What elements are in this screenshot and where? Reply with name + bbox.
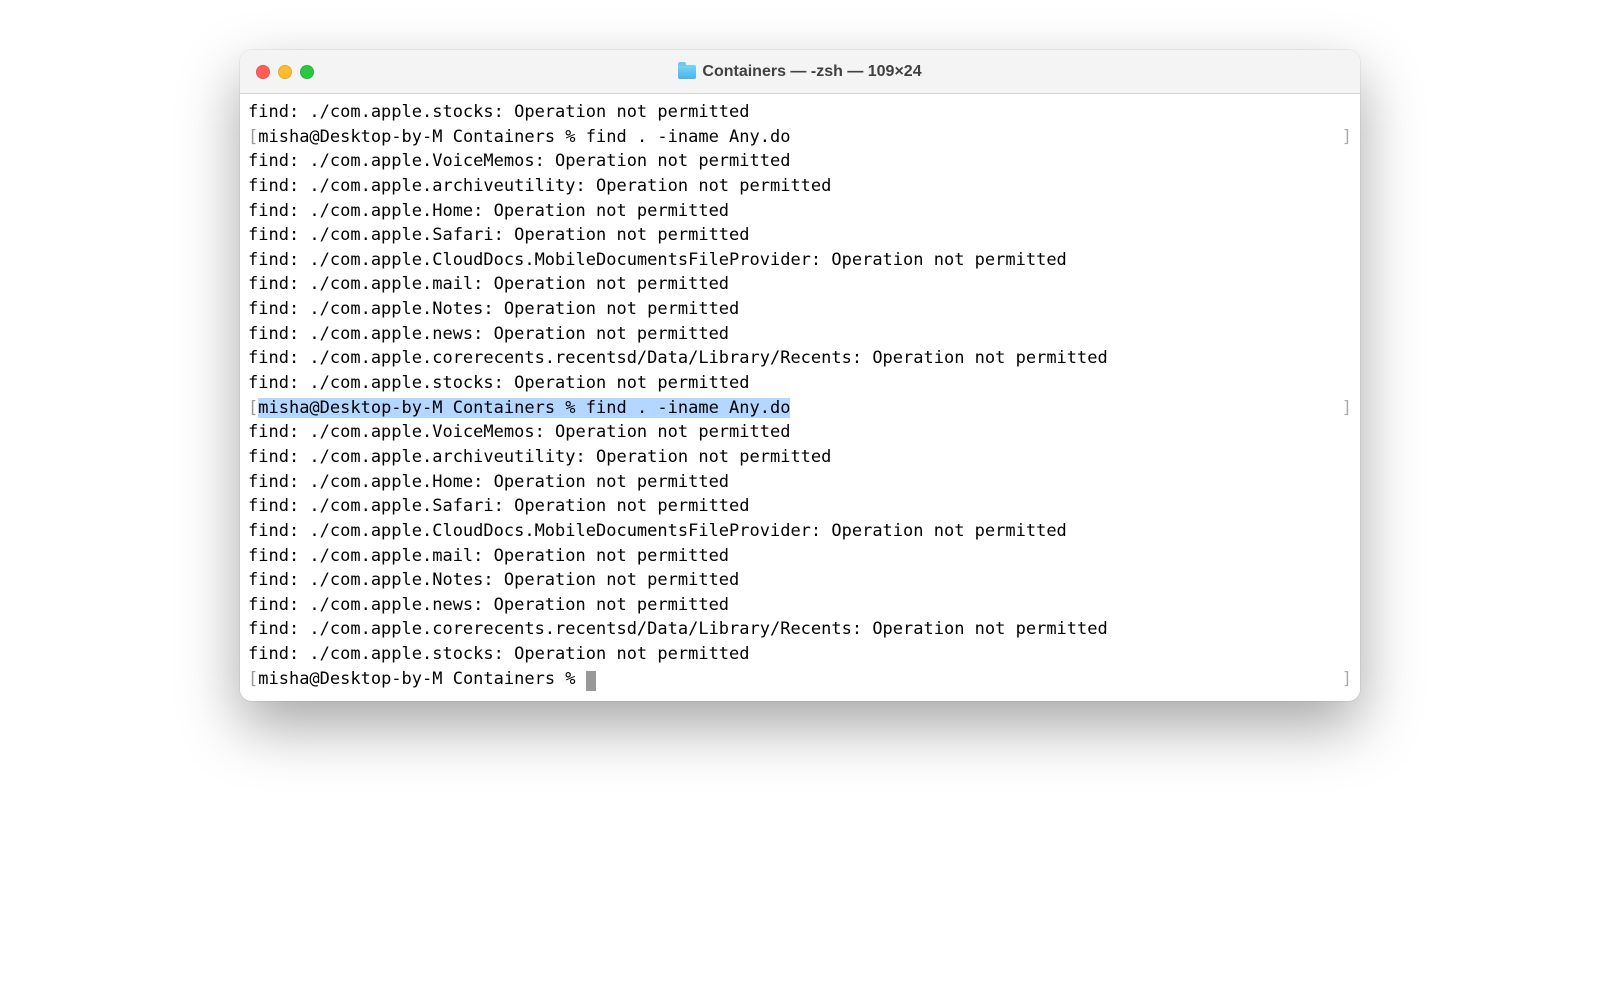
left-bracket: [ — [248, 127, 258, 147]
right-bracket: ] — [1342, 125, 1352, 150]
left-bracket: [ — [248, 669, 258, 689]
window-title: Containers — -zsh — 109×24 — [240, 63, 1360, 81]
window-title-text: Containers — -zsh — 109×24 — [702, 63, 921, 81]
terminal-output-line: find: ./com.apple.mail: Operation not pe… — [248, 272, 1352, 297]
left-bracket: [ — [248, 398, 258, 418]
terminal-line: [misha@Desktop-by-M Containers % — [248, 667, 596, 692]
terminal-prompt-line: [misha@Desktop-by-M Containers % find . … — [248, 125, 1352, 150]
traffic-lights — [256, 65, 314, 79]
terminal-output-line: find: ./com.apple.corerecents.recentsd/D… — [248, 617, 1352, 642]
terminal-output-line: find: ./com.apple.mail: Operation not pe… — [248, 544, 1352, 569]
terminal-output-line: find: ./com.apple.Home: Operation not pe… — [248, 199, 1352, 224]
prompt-text: misha@Desktop-by-M Containers % find . -… — [258, 127, 790, 147]
terminal-output-line: find: ./com.apple.stocks: Operation not … — [248, 100, 1352, 125]
prompt-text: misha@Desktop-by-M Containers % find . -… — [258, 398, 790, 418]
folder-icon — [678, 65, 696, 79]
right-bracket: ] — [1342, 396, 1352, 421]
terminal-prompt-line: [misha@Desktop-by-M Containers % ] — [248, 667, 1352, 692]
minimize-button[interactable] — [278, 65, 292, 79]
terminal-output-line: find: ./com.apple.Safari: Operation not … — [248, 494, 1352, 519]
titlebar: Containers — -zsh — 109×24 — [240, 50, 1360, 94]
terminal-output-line: find: ./com.apple.Home: Operation not pe… — [248, 470, 1352, 495]
terminal-output-line: find: ./com.apple.Notes: Operation not p… — [248, 297, 1352, 322]
terminal-output-line: find: ./com.apple.Safari: Operation not … — [248, 223, 1352, 248]
terminal-line: [misha@Desktop-by-M Containers % find . … — [248, 125, 790, 150]
close-button[interactable] — [256, 65, 270, 79]
terminal-line: [misha@Desktop-by-M Containers % find . … — [248, 396, 790, 421]
right-bracket: ] — [1342, 667, 1352, 692]
cursor — [586, 671, 596, 691]
zoom-button[interactable] — [300, 65, 314, 79]
terminal-output-line: find: ./com.apple.stocks: Operation not … — [248, 642, 1352, 667]
terminal-output-line: find: ./com.apple.Notes: Operation not p… — [248, 568, 1352, 593]
terminal-output-line: find: ./com.apple.archiveutility: Operat… — [248, 174, 1352, 199]
terminal-output-line: find: ./com.apple.corerecents.recentsd/D… — [248, 346, 1352, 371]
terminal-output-line: find: ./com.apple.CloudDocs.MobileDocume… — [248, 519, 1352, 544]
terminal-output-line: find: ./com.apple.archiveutility: Operat… — [248, 445, 1352, 470]
terminal-output-line: find: ./com.apple.news: Operation not pe… — [248, 322, 1352, 347]
terminal-output-line: find: ./com.apple.stocks: Operation not … — [248, 371, 1352, 396]
terminal-output-line: find: ./com.apple.CloudDocs.MobileDocume… — [248, 248, 1352, 273]
terminal-window: Containers — -zsh — 109×24 find: ./com.a… — [240, 50, 1360, 701]
terminal-output-line: find: ./com.apple.VoiceMemos: Operation … — [248, 420, 1352, 445]
terminal-output-line: find: ./com.apple.VoiceMemos: Operation … — [248, 149, 1352, 174]
prompt-text: misha@Desktop-by-M Containers % — [258, 669, 586, 689]
terminal-prompt-line: [misha@Desktop-by-M Containers % find . … — [248, 396, 1352, 421]
terminal-output-line: find: ./com.apple.news: Operation not pe… — [248, 593, 1352, 618]
terminal-content[interactable]: find: ./com.apple.stocks: Operation not … — [240, 94, 1360, 701]
